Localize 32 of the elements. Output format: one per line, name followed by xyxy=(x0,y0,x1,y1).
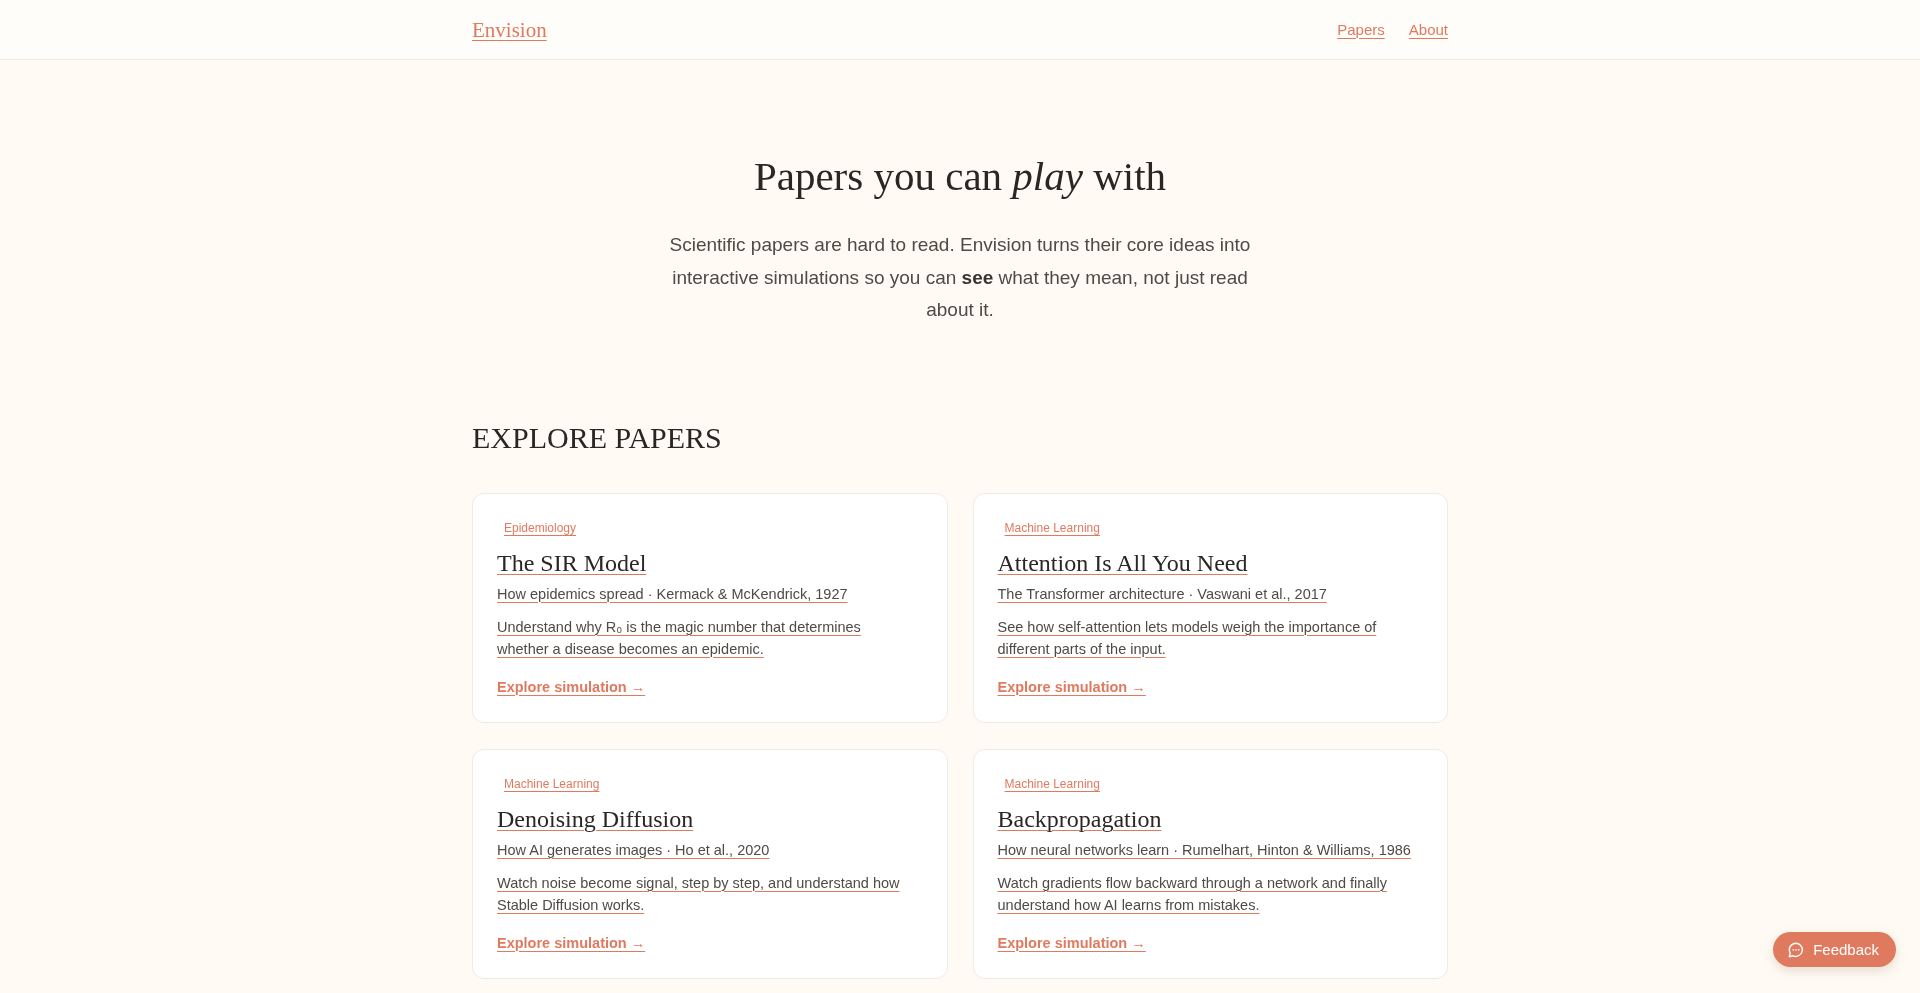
card-description: See how self-attention lets models weigh the importance of different parts of the input. xyxy=(997,617,1378,659)
card-subtitle: How neural networks learn · Rumelhart, Hinton & Williams, 1986 xyxy=(997,840,1411,860)
hero-title: Papers you can play with xyxy=(752,152,1168,201)
card-title: Attention Is All You Need xyxy=(997,548,1248,578)
feedback-button[interactable]: Feedback xyxy=(1773,932,1896,967)
explore-link[interactable]: Explore simulation → xyxy=(497,932,646,953)
card-title: Backpropagation xyxy=(997,804,1162,834)
nav-link[interactable]: About xyxy=(1408,19,1448,40)
hero-subtitle: Scientific papers are hard to read. Envision turns their core ideas into interactive simulations so you can see what they mean, not just read about it. xyxy=(668,233,1252,322)
logo-link[interactable]: Envision xyxy=(472,16,547,43)
card-subtitle: How AI generates images · Ho et al., 2020 xyxy=(497,840,770,860)
card-subtitle: How epidemics spread · Kermack & McKendrick, 1927 xyxy=(497,584,848,604)
card-description: Watch noise become signal, step by step, and understand how Stable Diffusion works. xyxy=(497,873,901,915)
explore-link[interactable]: Explore simulation → xyxy=(997,932,1146,953)
card-description: Watch gradients flow backward through a network and finally understand how AI learns from mistakes. xyxy=(997,873,1389,915)
paper-card[interactable]: Epidemiology The SIR Model How epidemics spread · Kermack & McKendrick, 1927 Understand why R₀ is the magic number that determines whether a disease becomes an epidemic. Explore simulation → xyxy=(472,492,948,723)
paper-card[interactable] xyxy=(972,748,1448,979)
card-title: Denoising Diffusion xyxy=(497,804,694,834)
category-tag: Epidemiology xyxy=(497,516,584,539)
nav-link[interactable]: Papers xyxy=(1337,19,1385,40)
explore-link[interactable]: Explore simulation → xyxy=(497,676,646,697)
paper-card[interactable]: Machine Learning Denoising Diffusion How AI generates images · Ho et al., 2020 Watch noise become signal, step by step, and understand how Stable Diffusion works. Explore simulation → xyxy=(472,748,948,979)
card-subtitle: The Transformer architecture · Vaswani et al., 2017 xyxy=(997,584,1327,604)
section-heading: EXPLORE PAPERS xyxy=(472,419,723,456)
category-tag: Machine Learning xyxy=(997,516,1107,539)
category-tag: Machine Learning xyxy=(497,772,607,795)
card-description: Understand why R₀ is the magic number that determines whether a disease becomes an epidemic. xyxy=(497,617,862,659)
category-tag: Machine Learning xyxy=(997,772,1107,795)
paper-card[interactable] xyxy=(972,492,1448,723)
chat-bubble-icon xyxy=(1788,941,1805,958)
card-title: The SIR Model xyxy=(497,548,647,578)
explore-link[interactable]: Explore simulation → xyxy=(997,676,1146,697)
